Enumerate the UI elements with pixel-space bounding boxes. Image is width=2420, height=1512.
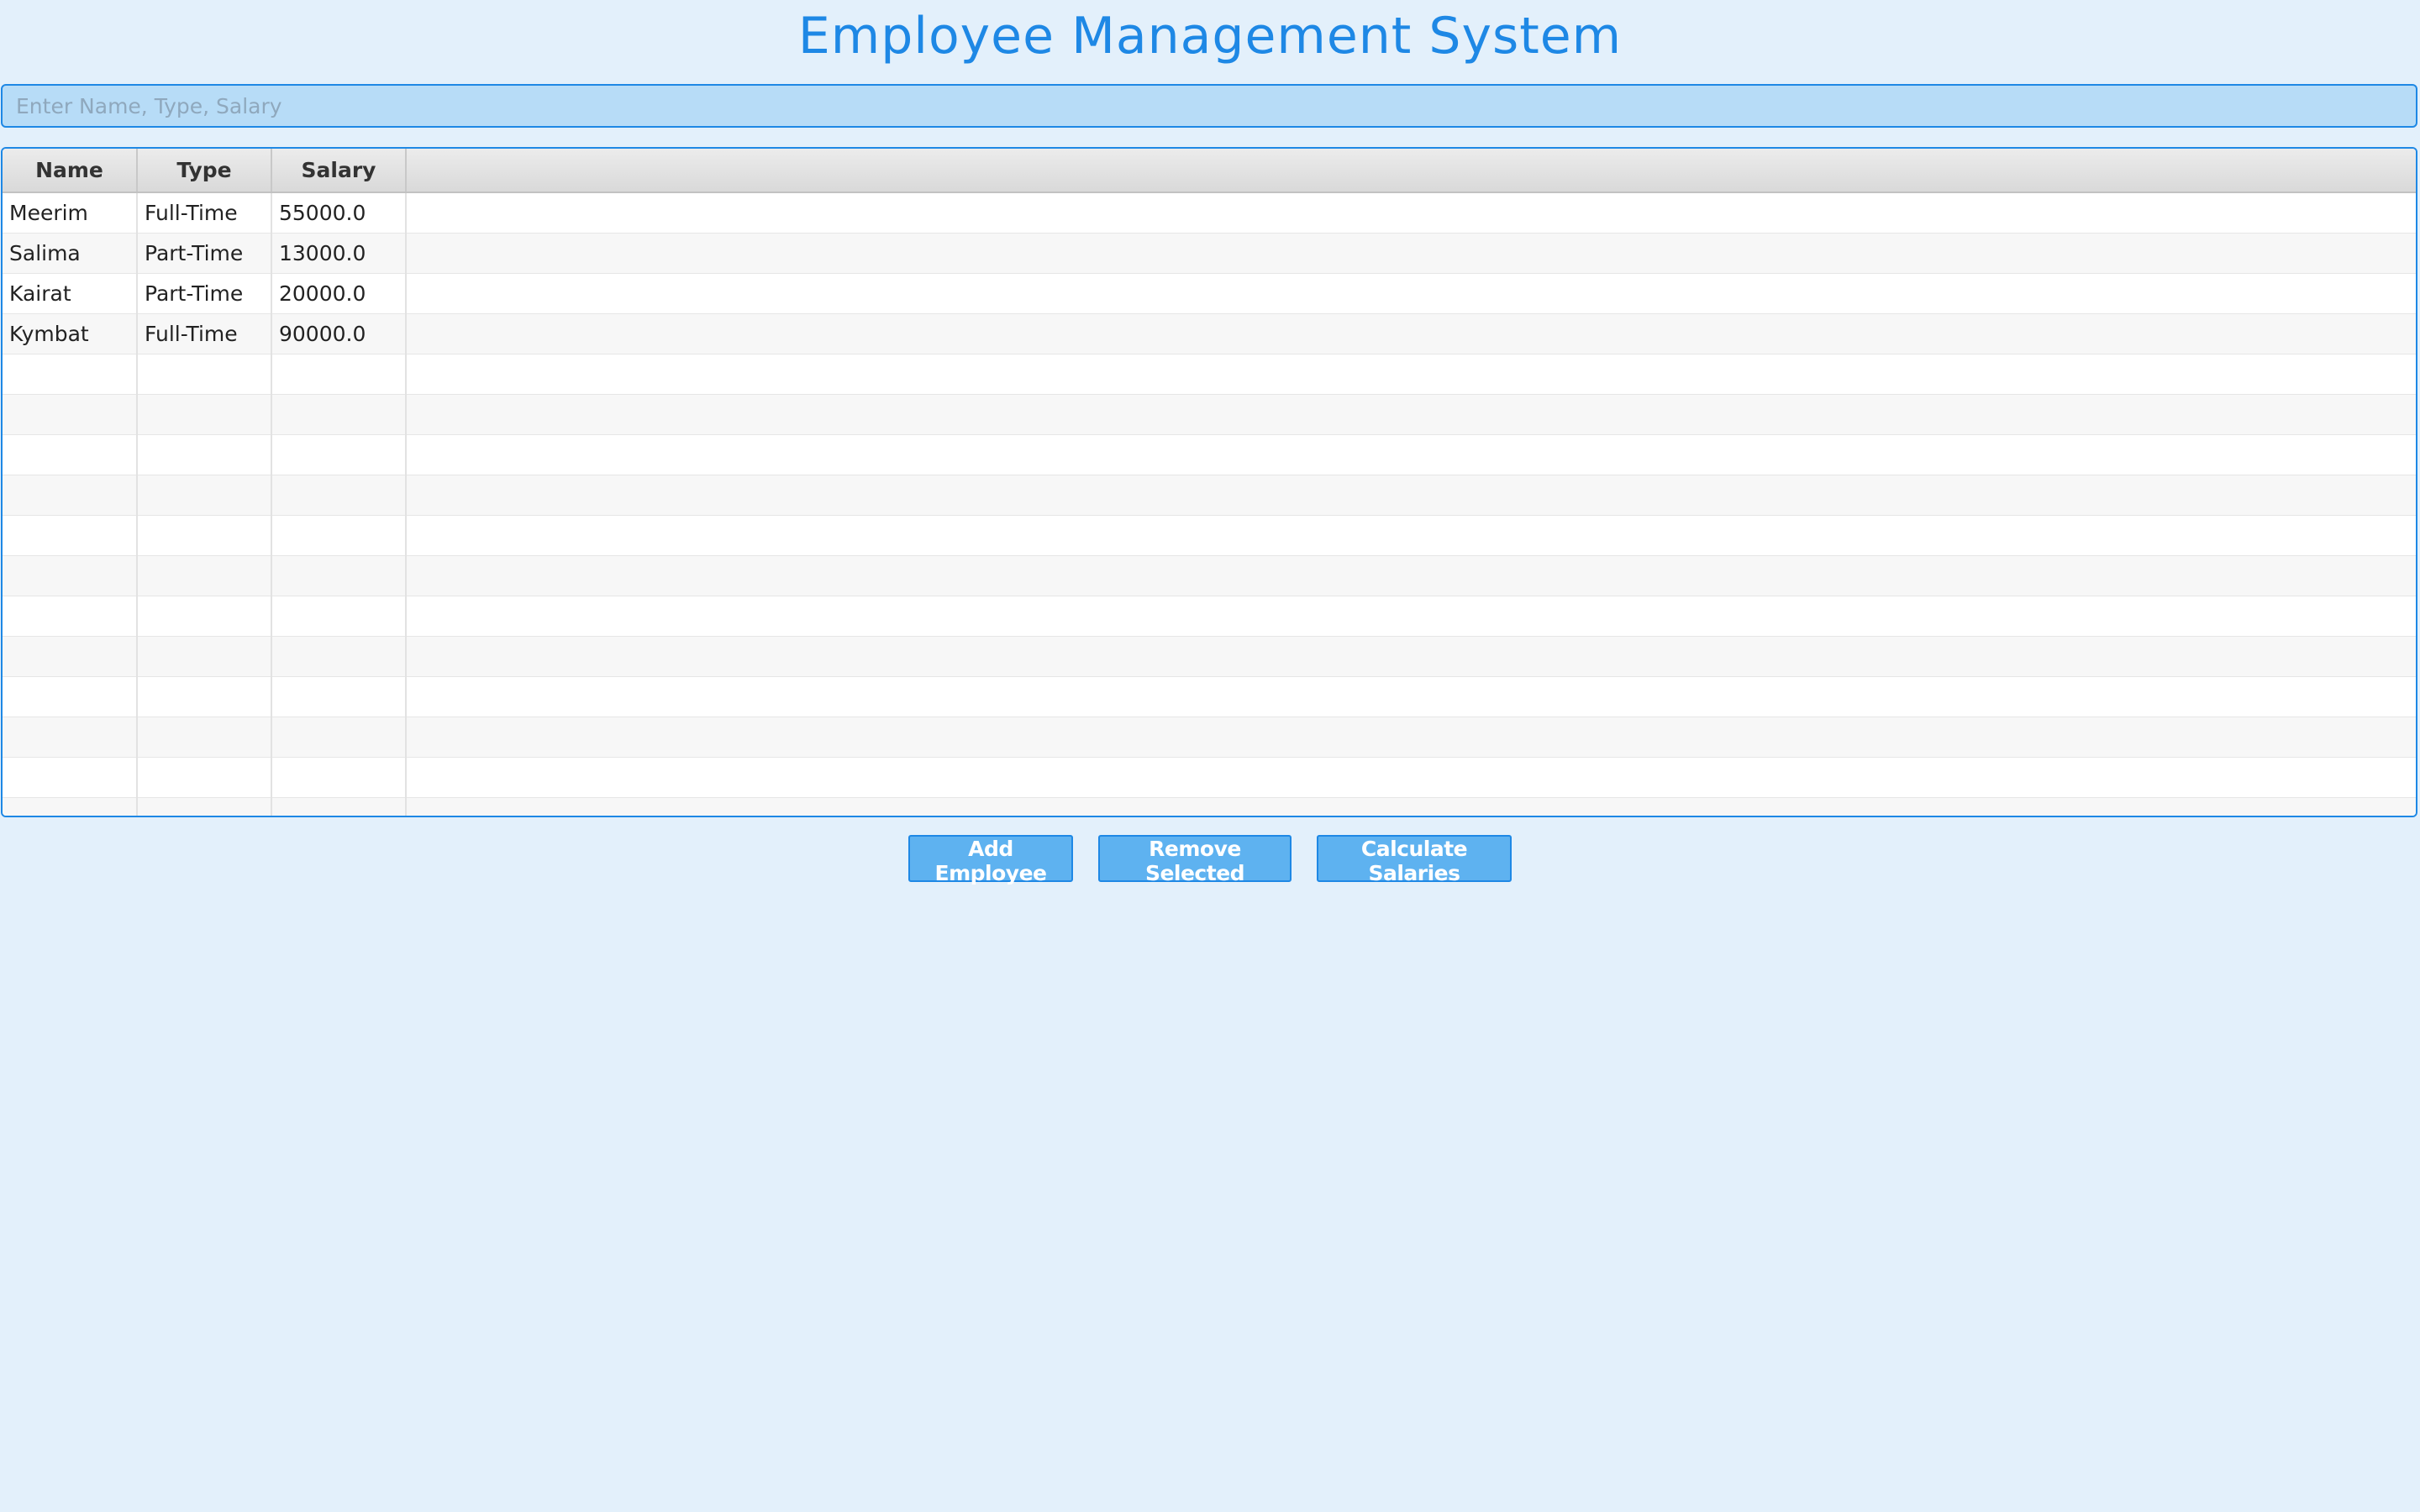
- cell-type[interactable]: [137, 555, 272, 596]
- table-body: Meerim Full-Time 55000.0 Salima Part-Time 130…: [3, 192, 2416, 816]
- cell-name[interactable]: [3, 394, 138, 435]
- table-header-row: Name Type Salary: [3, 149, 2416, 193]
- cell-type[interactable]: Part-Time: [137, 233, 272, 274]
- cell-type[interactable]: [137, 434, 272, 475]
- cell-name[interactable]: Salima: [3, 233, 138, 274]
- cell-filler[interactable]: [406, 596, 2416, 637]
- cell-type[interactable]: [137, 717, 272, 758]
- search-input[interactable]: [1, 84, 2417, 128]
- cell-salary[interactable]: [271, 757, 407, 798]
- cell-salary[interactable]: [271, 555, 407, 596]
- remove-selected-button[interactable]: Remove Selected: [1098, 835, 1292, 885]
- table-row[interactable]: [3, 555, 2416, 596]
- cell-type[interactable]: [137, 757, 272, 798]
- cell-salary[interactable]: [271, 636, 407, 677]
- page-title: Employee Management System: [797, 7, 1623, 66]
- cell-name[interactable]: [3, 596, 138, 637]
- table-row[interactable]: Kymbat Full-Time 90000.0: [3, 313, 2416, 354]
- cell-filler[interactable]: [406, 354, 2416, 395]
- table-row[interactable]: [3, 434, 2416, 475]
- employee-table[interactable]: Name Type Salary Meerim Full-Time 55000.0 S…: [1, 147, 2417, 817]
- cell-salary[interactable]: 90000.0: [271, 313, 407, 354]
- cell-filler[interactable]: [406, 797, 2416, 816]
- cell-filler[interactable]: [406, 475, 2416, 516]
- table-row[interactable]: [3, 475, 2416, 516]
- table-row[interactable]: [3, 717, 2416, 758]
- cell-type[interactable]: Full-Time: [137, 313, 272, 354]
- cell-filler[interactable]: [406, 192, 2416, 234]
- cell-filler[interactable]: [406, 757, 2416, 798]
- table-row[interactable]: [3, 797, 2416, 816]
- cell-filler[interactable]: [406, 555, 2416, 596]
- table-row[interactable]: [3, 596, 2416, 637]
- calculate-salaries-button[interactable]: Calculate Salaries: [1317, 835, 1512, 885]
- cell-name[interactable]: [3, 717, 138, 758]
- cell-filler[interactable]: [406, 676, 2416, 717]
- cell-type[interactable]: [137, 596, 272, 637]
- cell-salary[interactable]: [271, 354, 407, 395]
- cell-filler[interactable]: [406, 313, 2416, 354]
- cell-salary[interactable]: [271, 717, 407, 758]
- cell-salary[interactable]: [271, 475, 407, 516]
- cell-type[interactable]: [137, 515, 272, 556]
- cell-name[interactable]: Meerim: [3, 192, 138, 234]
- add-employee-button[interactable]: Add Employee: [908, 835, 1073, 885]
- column-header-salary[interactable]: Salary: [271, 149, 407, 193]
- cell-name[interactable]: [3, 434, 138, 475]
- cell-filler[interactable]: [406, 233, 2416, 274]
- cell-salary[interactable]: [271, 394, 407, 435]
- table-row[interactable]: Salima Part-Time 13000.0: [3, 233, 2416, 274]
- cell-name[interactable]: [3, 354, 138, 395]
- cell-salary[interactable]: [271, 515, 407, 556]
- cell-filler[interactable]: [406, 273, 2416, 314]
- cell-filler[interactable]: [406, 434, 2416, 475]
- cell-type[interactable]: [137, 475, 272, 516]
- cell-name[interactable]: [3, 475, 138, 516]
- cell-type[interactable]: [137, 797, 272, 816]
- table-row[interactable]: [3, 515, 2416, 556]
- action-bar: Add Employee Remove Selected Calculate S…: [0, 835, 2420, 885]
- table-row[interactable]: Kairat Part-Time 20000.0: [3, 273, 2416, 314]
- cell-salary[interactable]: 13000.0: [271, 233, 407, 274]
- table-row[interactable]: [3, 394, 2416, 435]
- cell-filler[interactable]: [406, 515, 2416, 556]
- cell-name[interactable]: [3, 636, 138, 677]
- cell-salary[interactable]: [271, 797, 407, 816]
- cell-type[interactable]: Part-Time: [137, 273, 272, 314]
- cell-name[interactable]: [3, 676, 138, 717]
- cell-salary[interactable]: [271, 434, 407, 475]
- table-row[interactable]: [3, 354, 2416, 395]
- cell-name[interactable]: [3, 555, 138, 596]
- cell-filler[interactable]: [406, 717, 2416, 758]
- cell-name[interactable]: [3, 515, 138, 556]
- column-header-filler: [406, 149, 2416, 193]
- column-header-name[interactable]: Name: [3, 149, 138, 193]
- cell-name[interactable]: [3, 757, 138, 798]
- cell-type[interactable]: Full-Time: [137, 192, 272, 234]
- cell-name[interactable]: [3, 797, 138, 816]
- cell-type[interactable]: [137, 394, 272, 435]
- cell-salary[interactable]: [271, 596, 407, 637]
- cell-salary[interactable]: 20000.0: [271, 273, 407, 314]
- cell-salary[interactable]: 55000.0: [271, 192, 407, 234]
- cell-name[interactable]: Kairat: [3, 273, 138, 314]
- table-row[interactable]: [3, 636, 2416, 677]
- cell-type[interactable]: [137, 676, 272, 717]
- cell-name[interactable]: Kymbat: [3, 313, 138, 354]
- cell-type[interactable]: [137, 636, 272, 677]
- column-header-type[interactable]: Type: [137, 149, 272, 193]
- cell-type[interactable]: [137, 354, 272, 395]
- table-row[interactable]: [3, 757, 2416, 798]
- cell-filler[interactable]: [406, 394, 2416, 435]
- cell-filler[interactable]: [406, 636, 2416, 677]
- table-row[interactable]: [3, 676, 2416, 717]
- cell-salary[interactable]: [271, 676, 407, 717]
- table-row[interactable]: Meerim Full-Time 55000.0: [3, 192, 2416, 234]
